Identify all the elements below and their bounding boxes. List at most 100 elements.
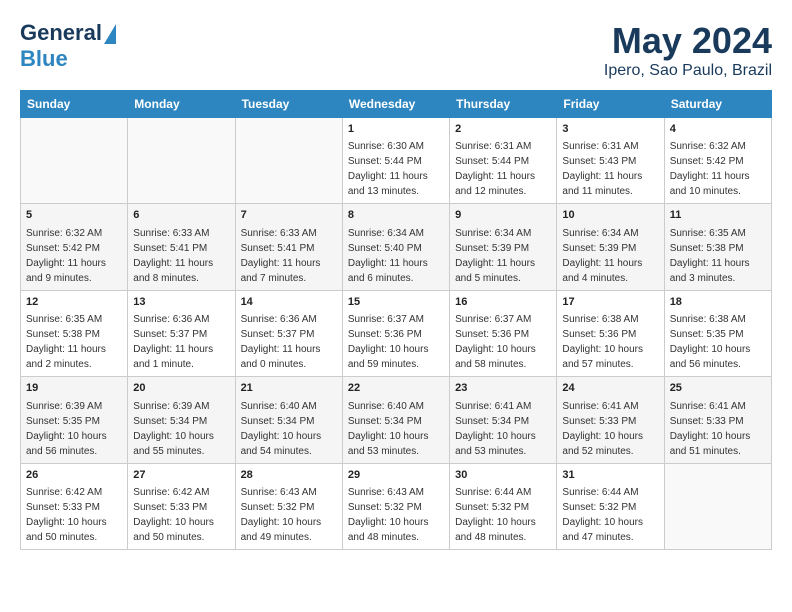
day-info: Sunrise: 6:43 AM Sunset: 5:32 PM Dayligh… (241, 485, 337, 545)
day-number: 8 (348, 208, 444, 223)
day-cell: 21Sunrise: 6:40 AM Sunset: 5:34 PM Dayli… (235, 377, 342, 463)
day-cell: 31 Sunrise: 6:44 AM Sunset: 5:32 PM Dayli… (557, 463, 664, 549)
day-number: 3 (562, 122, 658, 137)
calendar-title: May 2024 (604, 20, 772, 62)
day-info: Sunrise: 6:38 AM Sunset: 5:35 PM Dayligh… (670, 312, 766, 372)
day-info: Sunrise: 6:40 AM Sunset: 5:34 PM Dayligh… (241, 399, 337, 459)
day-number: 18 (670, 295, 766, 310)
day-info: Sunrise: 6:31 AM Sunset: 5:43 PM Dayligh… (562, 139, 658, 199)
day-number: 26 (26, 468, 122, 483)
day-number: 17 (562, 295, 658, 310)
day-number: 6 (133, 208, 229, 223)
day-cell: 17 Sunrise: 6:38 AM Sunset: 5:36 PM Dayli… (557, 290, 664, 376)
header-day-saturday: Saturday (664, 91, 771, 118)
day-info: Sunrise: 6:37 AM Sunset: 5:36 PM Dayligh… (348, 312, 444, 372)
day-info: Sunrise: 6:34 AM Sunset: 5:39 PM Dayligh… (455, 226, 551, 286)
header-day-wednesday: Wednesday (342, 91, 449, 118)
day-cell: 24Sunrise: 6:41 AM Sunset: 5:33 PM Dayli… (557, 377, 664, 463)
day-number: 13 (133, 295, 229, 310)
day-cell: 26 Sunrise: 6:42 AM Sunset: 5:33 PM Dayli… (21, 463, 128, 549)
day-info: Sunrise: 6:41 AM Sunset: 5:34 PM Dayligh… (455, 399, 551, 459)
day-info: Sunrise: 6:35 AM Sunset: 5:38 PM Dayligh… (670, 226, 766, 286)
day-cell: 5 Sunrise: 6:32 AM Sunset: 5:42 PM Daylig… (21, 204, 128, 290)
day-number: 25 (670, 381, 766, 396)
day-info: Sunrise: 6:38 AM Sunset: 5:36 PM Dayligh… (562, 312, 658, 372)
day-info: Sunrise: 6:34 AM Sunset: 5:40 PM Dayligh… (348, 226, 444, 286)
day-cell (664, 463, 771, 549)
day-info: Sunrise: 6:44 AM Sunset: 5:32 PM Dayligh… (562, 485, 658, 545)
day-cell: 11 Sunrise: 6:35 AM Sunset: 5:38 PM Dayli… (664, 204, 771, 290)
day-number: 20 (133, 381, 229, 396)
day-number: 29 (348, 468, 444, 483)
day-number: 19 (26, 381, 122, 396)
day-info: Sunrise: 6:42 AM Sunset: 5:33 PM Dayligh… (26, 485, 122, 545)
day-number: 14 (241, 295, 337, 310)
day-cell: 18 Sunrise: 6:38 AM Sunset: 5:35 PM Dayli… (664, 290, 771, 376)
day-info: Sunrise: 6:44 AM Sunset: 5:32 PM Dayligh… (455, 485, 551, 545)
day-info: Sunrise: 6:37 AM Sunset: 5:36 PM Dayligh… (455, 312, 551, 372)
day-info: Sunrise: 6:32 AM Sunset: 5:42 PM Dayligh… (26, 226, 122, 286)
day-info: Sunrise: 6:40 AM Sunset: 5:34 PM Dayligh… (348, 399, 444, 459)
calendar-body: 1 Sunrise: 6:30 AM Sunset: 5:44 PM Daylig… (21, 118, 772, 550)
day-cell: 2 Sunrise: 6:31 AM Sunset: 5:44 PM Daylig… (450, 118, 557, 204)
day-cell: 8 Sunrise: 6:34 AM Sunset: 5:40 PM Daylig… (342, 204, 449, 290)
day-cell: 19 Sunrise: 6:39 AM Sunset: 5:35 PM Dayli… (21, 377, 128, 463)
day-number: 4 (670, 122, 766, 137)
header-day-monday: Monday (128, 91, 235, 118)
day-cell: 25 Sunrise: 6:41 AM Sunset: 5:33 PM Dayli… (664, 377, 771, 463)
day-number: 11 (670, 208, 766, 223)
day-cell: 4 Sunrise: 6:32 AM Sunset: 5:42 PM Daylig… (664, 118, 771, 204)
day-cell: 15 Sunrise: 6:37 AM Sunset: 5:36 PM Dayli… (342, 290, 449, 376)
title-block: May 2024 Ipero, Sao Paulo, Brazil (604, 20, 772, 80)
day-info: Sunrise: 6:31 AM Sunset: 5:44 PM Dayligh… (455, 139, 551, 199)
calendar-header: SundayMondayTuesdayWednesdayThursdayFrid… (21, 91, 772, 118)
day-info: Sunrise: 6:41 AM Sunset: 5:33 PM Dayligh… (670, 399, 766, 459)
day-number: 5 (26, 208, 122, 223)
page-header: General Blue May 2024 Ipero, Sao Paulo, … (20, 20, 772, 80)
day-number: 16 (455, 295, 551, 310)
day-info: Sunrise: 6:41 AM Sunset: 5:33 PM Dayligh… (562, 399, 658, 459)
day-info: Sunrise: 6:39 AM Sunset: 5:34 PM Dayligh… (133, 399, 229, 459)
calendar-table: SundayMondayTuesdayWednesdayThursdayFrid… (20, 90, 772, 550)
day-info: Sunrise: 6:39 AM Sunset: 5:35 PM Dayligh… (26, 399, 122, 459)
day-cell: 30 Sunrise: 6:44 AM Sunset: 5:32 PM Dayli… (450, 463, 557, 549)
day-info: Sunrise: 6:35 AM Sunset: 5:38 PM Dayligh… (26, 312, 122, 372)
day-number: 22 (348, 381, 444, 396)
day-number: 15 (348, 295, 444, 310)
day-cell: 3 Sunrise: 6:31 AM Sunset: 5:43 PM Daylig… (557, 118, 664, 204)
day-number: 27 (133, 468, 229, 483)
day-cell: 7Sunrise: 6:33 AM Sunset: 5:41 PM Daylig… (235, 204, 342, 290)
day-number: 10 (562, 208, 658, 223)
day-number: 23 (455, 381, 551, 396)
logo: General Blue (20, 20, 116, 72)
day-cell: 12Sunrise: 6:35 AM Sunset: 5:38 PM Dayli… (21, 290, 128, 376)
day-info: Sunrise: 6:30 AM Sunset: 5:44 PM Dayligh… (348, 139, 444, 199)
day-cell: 27 Sunrise: 6:42 AM Sunset: 5:33 PM Dayli… (128, 463, 235, 549)
day-cell: 29 Sunrise: 6:43 AM Sunset: 5:32 PM Dayli… (342, 463, 449, 549)
day-number: 30 (455, 468, 551, 483)
day-cell: 20 Sunrise: 6:39 AM Sunset: 5:34 PM Dayli… (128, 377, 235, 463)
week-row-5: 26 Sunrise: 6:42 AM Sunset: 5:33 PM Dayli… (21, 463, 772, 549)
day-cell: 10Sunrise: 6:34 AM Sunset: 5:39 PM Dayli… (557, 204, 664, 290)
week-row-3: 12Sunrise: 6:35 AM Sunset: 5:38 PM Dayli… (21, 290, 772, 376)
day-info: Sunrise: 6:33 AM Sunset: 5:41 PM Dayligh… (133, 226, 229, 286)
week-row-1: 1 Sunrise: 6:30 AM Sunset: 5:44 PM Daylig… (21, 118, 772, 204)
header-day-tuesday: Tuesday (235, 91, 342, 118)
day-info: Sunrise: 6:32 AM Sunset: 5:42 PM Dayligh… (670, 139, 766, 199)
day-number: 2 (455, 122, 551, 137)
logo-text-general: General (20, 20, 102, 46)
day-cell: 22 Sunrise: 6:40 AM Sunset: 5:34 PM Dayli… (342, 377, 449, 463)
day-cell: 9Sunrise: 6:34 AM Sunset: 5:39 PM Daylig… (450, 204, 557, 290)
day-cell: 13Sunrise: 6:36 AM Sunset: 5:37 PM Dayli… (128, 290, 235, 376)
day-number: 31 (562, 468, 658, 483)
day-info: Sunrise: 6:43 AM Sunset: 5:32 PM Dayligh… (348, 485, 444, 545)
day-info: Sunrise: 6:36 AM Sunset: 5:37 PM Dayligh… (241, 312, 337, 372)
day-cell (235, 118, 342, 204)
header-day-friday: Friday (557, 91, 664, 118)
day-number: 1 (348, 122, 444, 137)
day-info: Sunrise: 6:33 AM Sunset: 5:41 PM Dayligh… (241, 226, 337, 286)
header-day-sunday: Sunday (21, 91, 128, 118)
week-row-2: 5 Sunrise: 6:32 AM Sunset: 5:42 PM Daylig… (21, 204, 772, 290)
logo-text-blue: Blue (20, 46, 68, 71)
day-info: Sunrise: 6:42 AM Sunset: 5:33 PM Dayligh… (133, 485, 229, 545)
